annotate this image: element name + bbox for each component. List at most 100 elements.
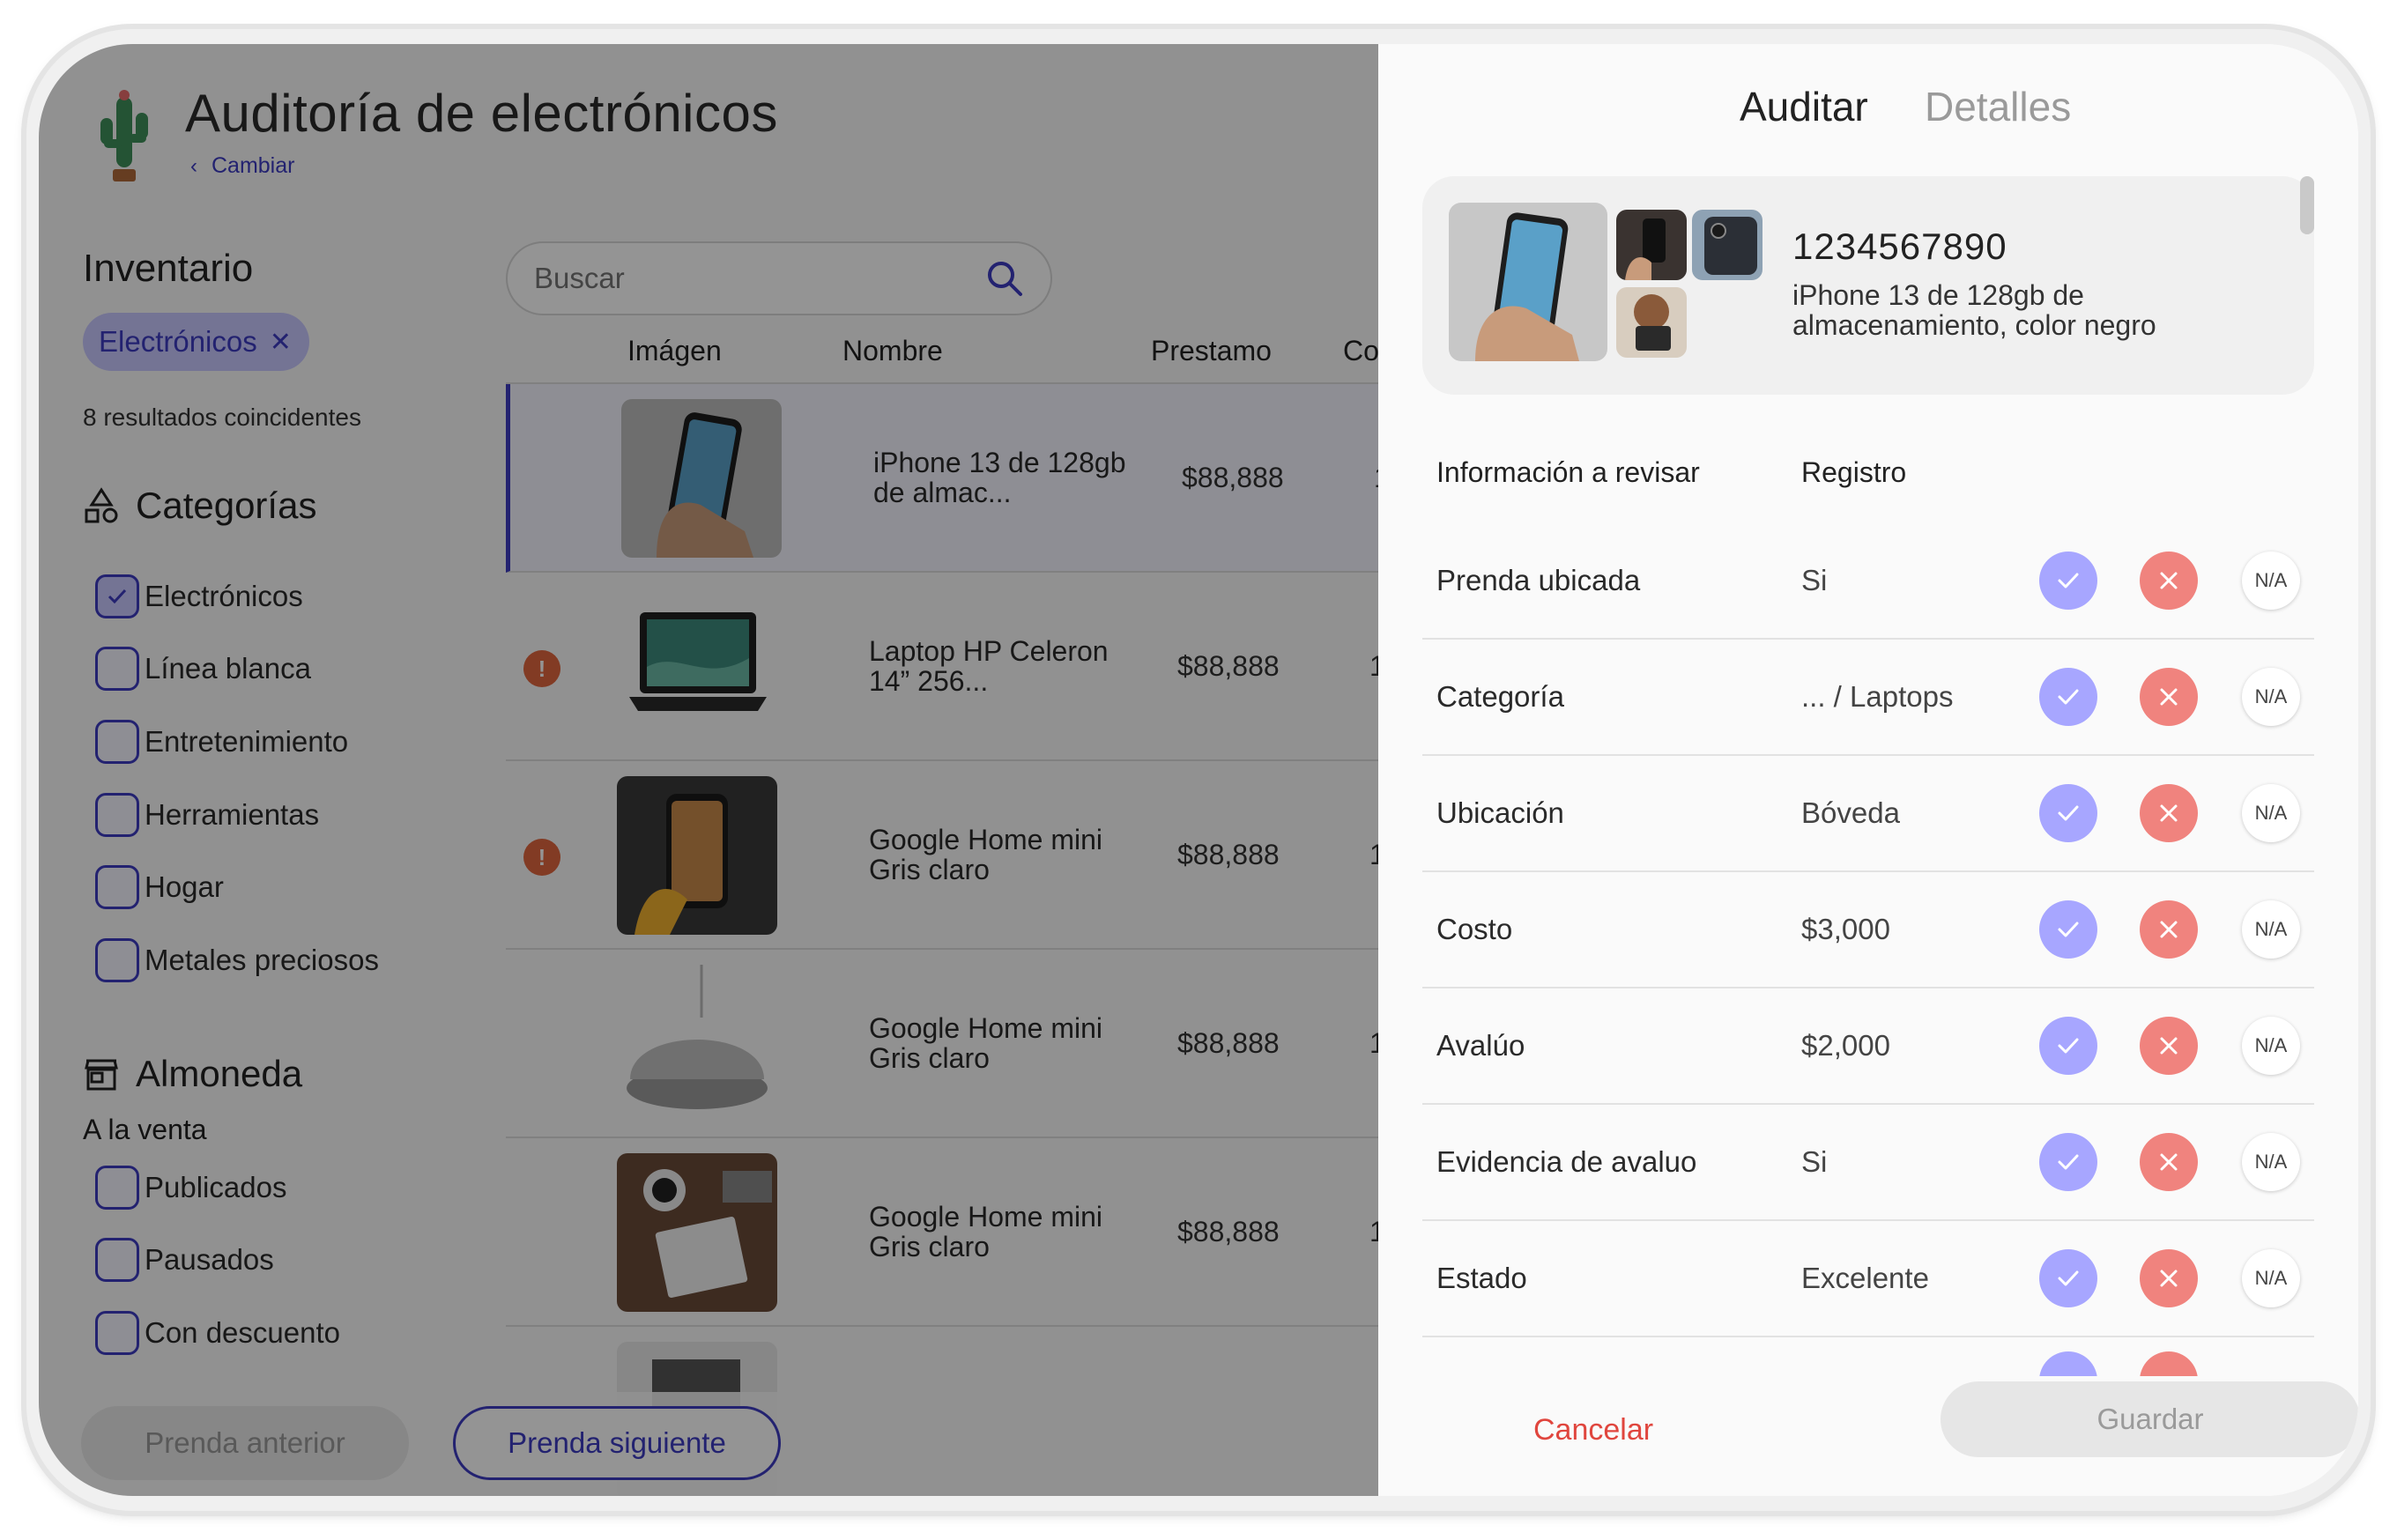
close-icon[interactable]: ✕ bbox=[270, 327, 292, 358]
search-icon[interactable] bbox=[985, 259, 1024, 298]
sale-item-pausados[interactable]: Pausados bbox=[95, 1238, 274, 1282]
audit-header-info: Información a revisar bbox=[1436, 456, 1700, 488]
audit-header-record: Registro bbox=[1801, 456, 1907, 488]
tab-auditar[interactable]: Auditar bbox=[1740, 83, 1868, 130]
product-thumbnail[interactable] bbox=[1616, 287, 1687, 358]
screen: Auditoría de electrónicos ‹ Cambiar Inve… bbox=[39, 44, 2358, 1496]
audit-row: Prenda ubicada Si N/A bbox=[1422, 523, 2314, 640]
category-label: Metales preciosos bbox=[145, 944, 379, 976]
product-thumbnail bbox=[621, 399, 782, 558]
audit-row-label: Estado bbox=[1436, 1262, 1527, 1294]
product-name: Laptop HP Celeron 14” 256... bbox=[869, 635, 1109, 697]
approve-button[interactable] bbox=[2039, 552, 2097, 610]
approve-button[interactable] bbox=[2039, 1351, 2097, 1376]
almoneda-heading: Almoneda bbox=[83, 1053, 302, 1095]
sale-item-publicados[interactable]: Publicados bbox=[95, 1166, 286, 1210]
audit-row: Categoría ... / Laptops N/A bbox=[1422, 640, 2314, 756]
scrollbar[interactable] bbox=[2300, 176, 2314, 234]
loan-amount: $88,888 bbox=[1177, 839, 1280, 870]
reject-button[interactable] bbox=[2140, 668, 2198, 726]
reject-button[interactable] bbox=[2140, 784, 2198, 842]
not-applicable-button[interactable]: N/A bbox=[2242, 900, 2300, 959]
table-row[interactable]: Google Home mini Gris claro $88,888 1234 bbox=[506, 1138, 1432, 1327]
loan-amount: $88,888 bbox=[1177, 1216, 1280, 1248]
category-item-herramientas[interactable]: Herramientas bbox=[95, 793, 319, 837]
table-row[interactable]: ! Laptop HP Celeron 14” 256... $88,888 1… bbox=[506, 573, 1432, 761]
not-applicable-button[interactable]: N/A bbox=[2242, 552, 2300, 610]
search-input[interactable] bbox=[534, 262, 957, 295]
loan-amount: $88,888 bbox=[1177, 650, 1280, 682]
table-row[interactable]: ! Google Home mini Gris claro $88,888 12… bbox=[506, 761, 1432, 950]
audit-row-label: Evidencia de avaluo bbox=[1436, 1145, 1697, 1178]
cancel-button[interactable]: Cancelar bbox=[1533, 1413, 1653, 1447]
reject-button[interactable] bbox=[2140, 1249, 2198, 1307]
checkbox[interactable] bbox=[95, 1311, 139, 1355]
category-item-electronicos[interactable]: Electrónicos bbox=[95, 574, 303, 618]
not-applicable-button[interactable]: N/A bbox=[2242, 1017, 2300, 1075]
checkbox[interactable] bbox=[95, 865, 139, 909]
category-item-metales-preciosos[interactable]: Metales preciosos bbox=[95, 938, 379, 982]
checkbox[interactable] bbox=[95, 574, 139, 618]
not-applicable-button[interactable]: N/A bbox=[2242, 1249, 2300, 1307]
not-applicable-button[interactable]: N/A bbox=[2242, 668, 2300, 726]
checkbox[interactable] bbox=[95, 1166, 139, 1210]
filter-chip-label: Electrónicos bbox=[99, 325, 257, 358]
audit-row-label: Ubicación bbox=[1436, 796, 1564, 829]
audit-row-value: $3,000 bbox=[1801, 913, 1890, 945]
category-item-linea-blanca[interactable]: Línea blanca bbox=[95, 647, 311, 691]
not-applicable-button[interactable]: N/A bbox=[2242, 784, 2300, 842]
reject-button[interactable] bbox=[2140, 552, 2198, 610]
audit-row: Estado Excelente N/A bbox=[1422, 1221, 2314, 1337]
approve-button[interactable] bbox=[2039, 900, 2097, 959]
inventory-app: Auditoría de electrónicos ‹ Cambiar Inve… bbox=[39, 44, 1436, 1496]
search-box[interactable] bbox=[506, 241, 1052, 315]
audit-row-label: Costo bbox=[1436, 913, 1513, 945]
checkbox[interactable] bbox=[95, 938, 139, 982]
close-icon bbox=[2160, 688, 2178, 706]
approve-button[interactable] bbox=[2039, 668, 2097, 726]
check-icon bbox=[2058, 689, 2079, 705]
filter-chip-electronicos[interactable]: Electrónicos ✕ bbox=[83, 313, 309, 371]
shapes-icon bbox=[85, 487, 118, 523]
checkbox[interactable] bbox=[95, 647, 139, 691]
sale-label: Con descuento bbox=[145, 1316, 340, 1349]
not-applicable-button[interactable]: N/A bbox=[2242, 1133, 2300, 1191]
approve-button[interactable] bbox=[2039, 1249, 2097, 1307]
checkbox[interactable] bbox=[95, 793, 139, 837]
audit-row-value: Excelente bbox=[1801, 1262, 1929, 1294]
page-title: Auditoría de electrónicos bbox=[185, 84, 778, 143]
audit-row: Ubicación Bóveda N/A bbox=[1422, 756, 2314, 872]
change-link[interactable]: ‹ Cambiar bbox=[190, 153, 294, 179]
item-code: 1234567890 bbox=[1792, 226, 2007, 267]
close-icon bbox=[2160, 921, 2178, 938]
tab-detalles[interactable]: Detalles bbox=[1925, 83, 2071, 130]
change-label: Cambiar bbox=[212, 153, 295, 178]
table-row[interactable]: Google Home mini Gris claro $88,888 1234 bbox=[506, 950, 1432, 1138]
category-label: Línea blanca bbox=[145, 652, 311, 685]
previous-item-button[interactable]: Prenda anterior bbox=[81, 1406, 409, 1480]
approve-button[interactable] bbox=[2039, 1133, 2097, 1191]
reject-button[interactable] bbox=[2140, 1017, 2198, 1075]
product-name: Google Home mini Gris claro bbox=[869, 824, 1102, 885]
checkbox[interactable] bbox=[95, 1238, 139, 1282]
reject-button[interactable] bbox=[2140, 1351, 2198, 1376]
close-icon bbox=[2160, 1037, 2178, 1055]
column-header-image: Imágen bbox=[627, 335, 722, 366]
product-thumbnail[interactable] bbox=[1616, 210, 1687, 280]
save-button[interactable]: Guardar bbox=[1941, 1381, 2358, 1457]
next-item-button[interactable]: Prenda siguiente bbox=[453, 1406, 781, 1480]
categories-heading: Categorías bbox=[83, 485, 316, 527]
checkbox[interactable] bbox=[95, 720, 139, 764]
table-row[interactable]: iPhone 13 de 128gb de almac... $88,888 1… bbox=[506, 384, 1436, 573]
category-item-hogar[interactable]: Hogar bbox=[95, 865, 224, 909]
reject-button[interactable] bbox=[2140, 1133, 2198, 1191]
product-main-image[interactable] bbox=[1449, 203, 1607, 361]
reject-button[interactable] bbox=[2140, 900, 2198, 959]
item-description: iPhone 13 de 128gb de almacenamiento, co… bbox=[1792, 279, 2156, 341]
approve-button[interactable] bbox=[2039, 784, 2097, 842]
almoneda-title: Almoneda bbox=[136, 1053, 303, 1094]
category-item-entretenimiento[interactable]: Entretenimiento bbox=[95, 720, 348, 764]
approve-button[interactable] bbox=[2039, 1017, 2097, 1075]
sale-item-con-descuento[interactable]: Con descuento bbox=[95, 1311, 340, 1355]
product-thumbnail[interactable] bbox=[1692, 210, 1762, 280]
